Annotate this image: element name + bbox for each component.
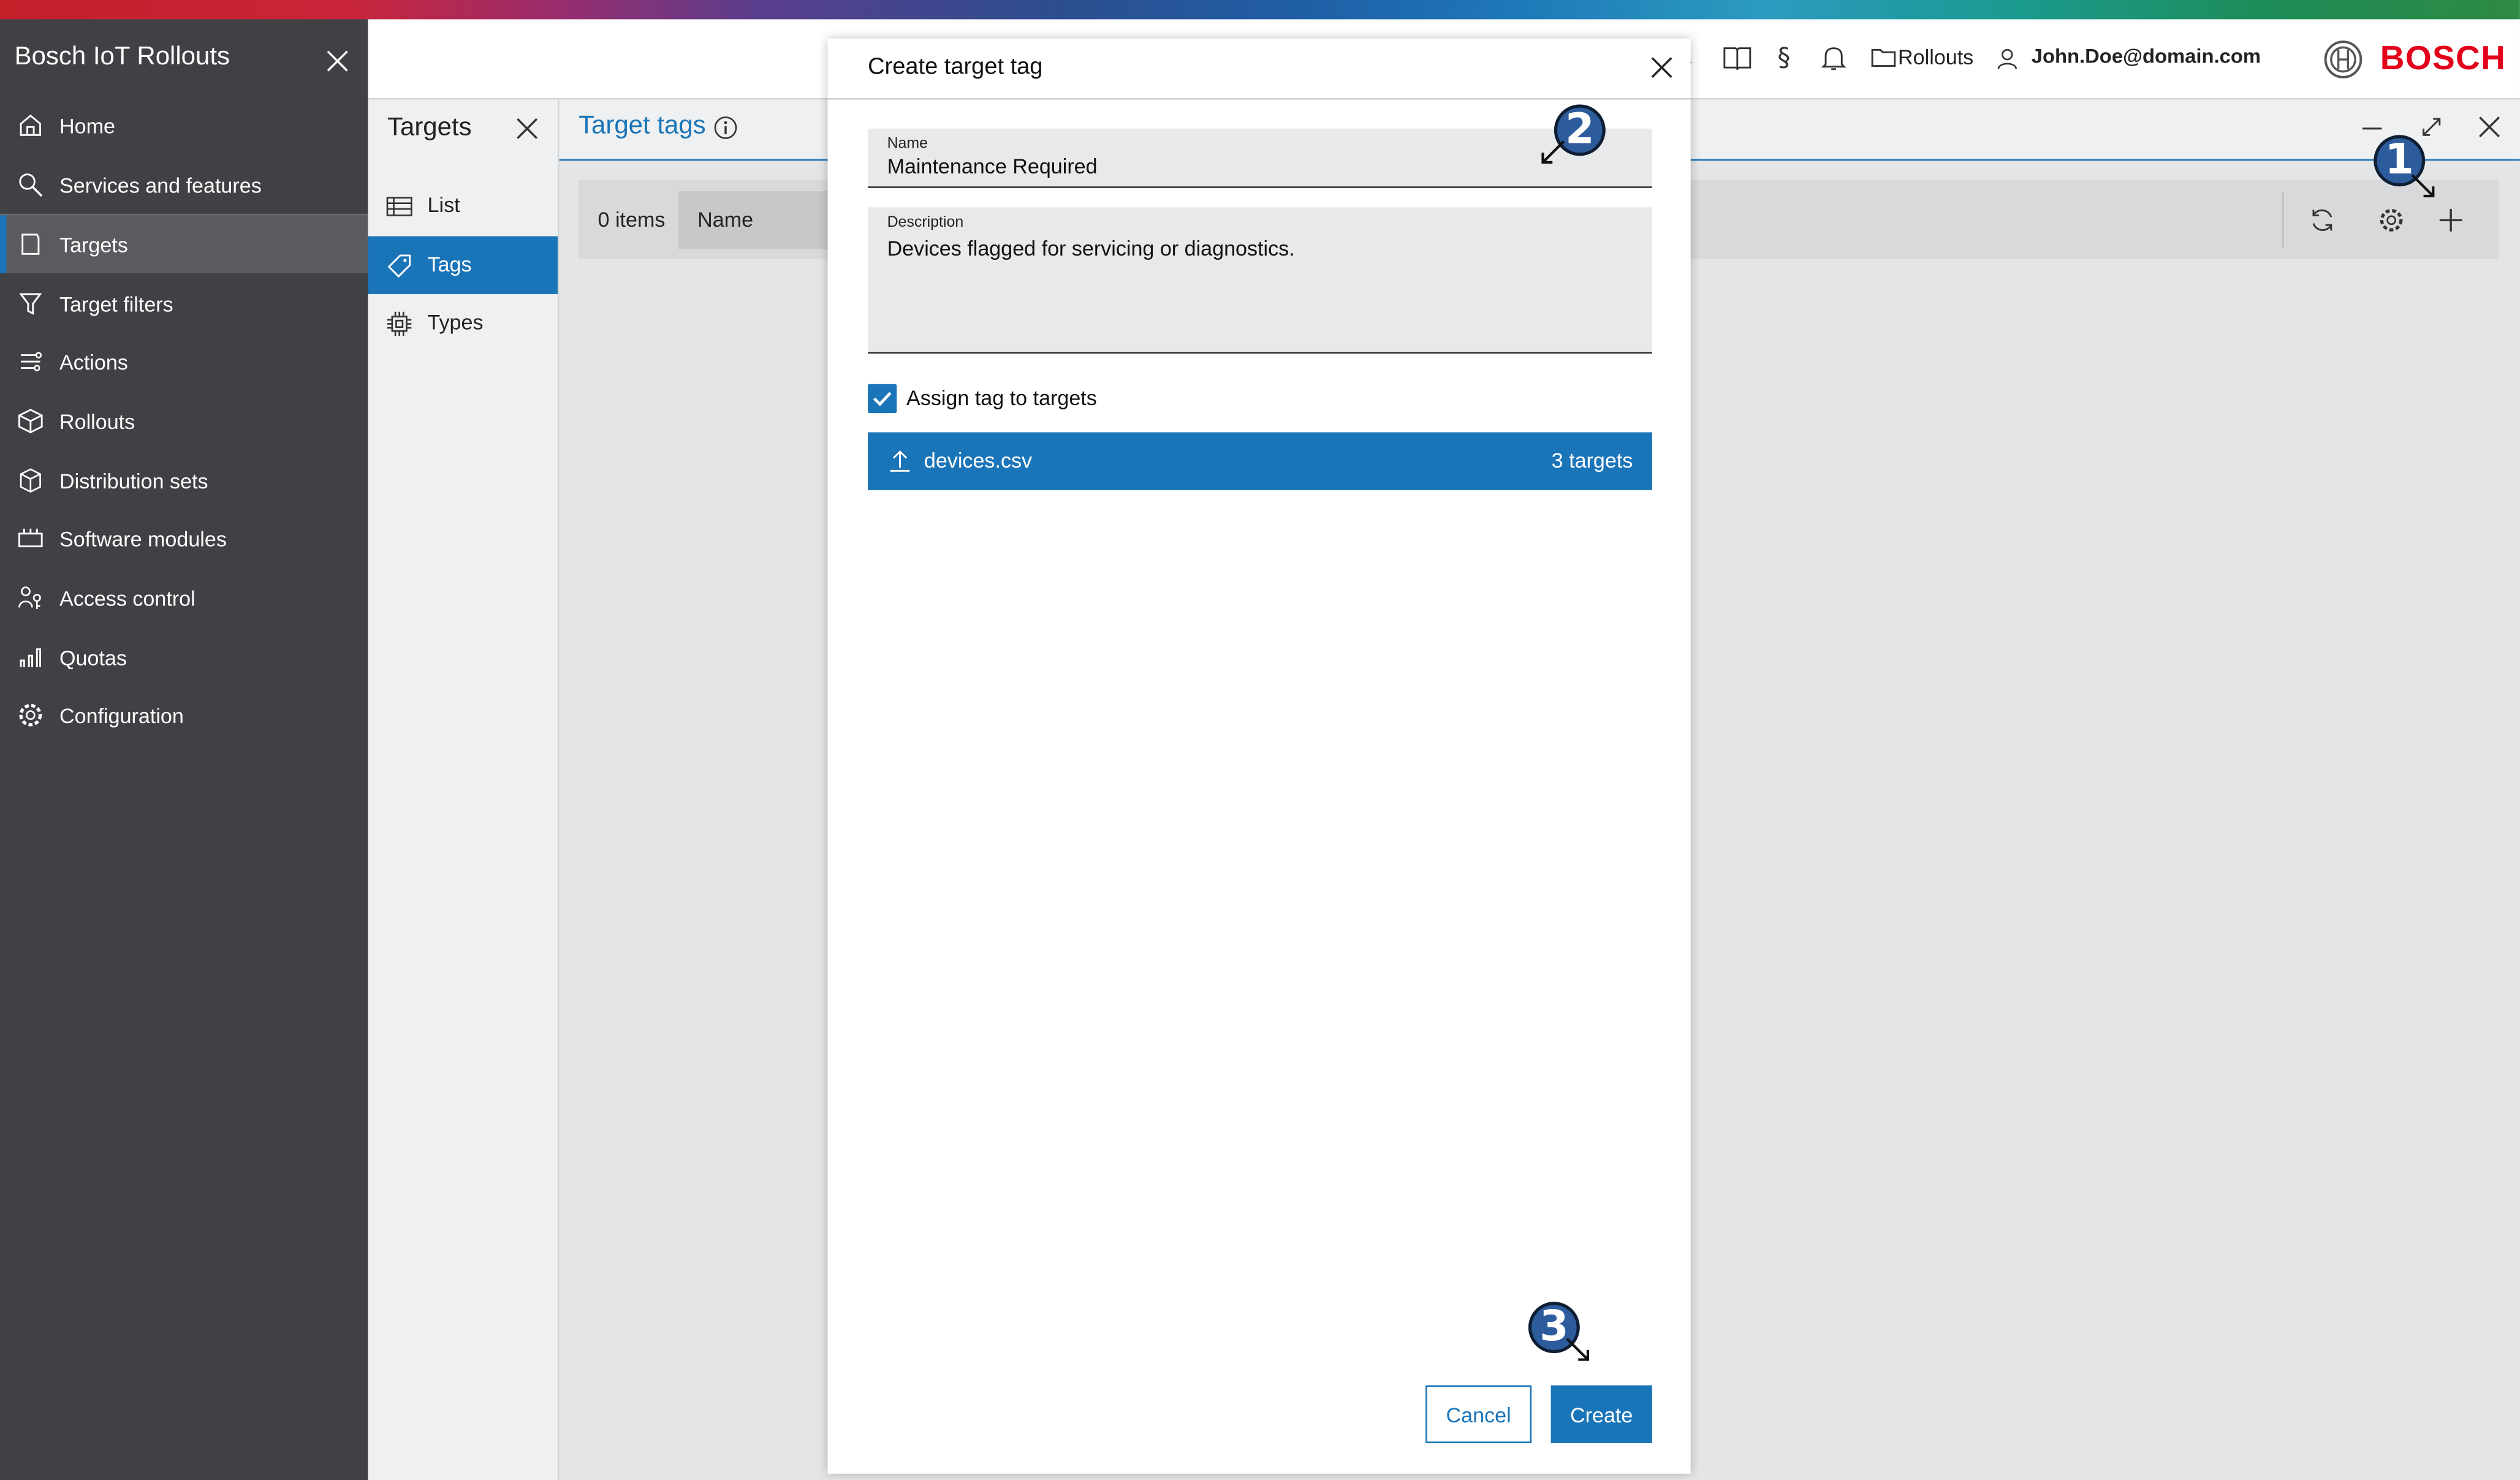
brand-wordmark: BOSCH [2380, 40, 2507, 77]
create-button[interactable]: Create [1550, 1385, 1652, 1443]
sidebar-item-label: Targets [59, 232, 128, 257]
minimize-icon[interactable] [2361, 116, 2383, 139]
name-field-value: Maintenance Required [887, 154, 1098, 179]
user-icon [1996, 47, 2019, 70]
sidebar-item-label: Configuration [59, 703, 184, 727]
sidebar-item-access-control[interactable]: Access control [0, 569, 368, 626]
folder-icon [1870, 47, 1896, 67]
add-icon[interactable] [2438, 207, 2464, 233]
sort-dropdown[interactable]: Name [678, 191, 839, 249]
sidebar-item-label: Rollouts [59, 409, 135, 433]
search-icon [16, 170, 45, 199]
book-icon[interactable] [1723, 45, 1751, 70]
subnav-item-tags[interactable]: Tags [368, 236, 558, 294]
upload-icon [889, 450, 911, 472]
user-email[interactable]: John.Doe@domain.com [2032, 45, 2261, 67]
info-icon[interactable] [713, 116, 737, 140]
close-panel-icon[interactable] [2478, 116, 2501, 139]
quotas-icon [16, 643, 45, 672]
items-count: 0 items [598, 207, 666, 232]
home-icon [16, 111, 45, 140]
file-target-count: 3 targets [1551, 448, 1633, 472]
sidebar-item-label: Actions [59, 349, 128, 374]
callout-arrow-1-icon [2411, 173, 2440, 202]
callout-arrow-2-icon [1538, 139, 1567, 167]
sidebar-item-targets[interactable]: Targets [0, 215, 368, 273]
cancel-button[interactable]: Cancel [1425, 1385, 1532, 1443]
rollouts-icon [16, 406, 45, 435]
modules-icon [16, 524, 45, 553]
bosch-logo-icon [2324, 40, 2362, 79]
sidebar-item-label: Services and features [59, 172, 262, 197]
refresh-icon[interactable] [2308, 206, 2337, 235]
sidebar-item-quotas[interactable]: Quotas [0, 628, 368, 686]
settings-icon[interactable] [2377, 206, 2406, 235]
close-subnav-icon[interactable] [516, 117, 539, 140]
description-field[interactable]: Description Devices flagged for servicin… [868, 207, 1652, 354]
callout-arrow-3-icon [1565, 1337, 1594, 1366]
create-tag-dialog: Create target tag Name Maintenance Requi… [827, 38, 1691, 1474]
sidebar-item-label: Quotas [59, 645, 127, 670]
description-field-value: Devices flagged for servicing or diagnos… [887, 236, 1295, 260]
app-title: Bosch IoT Rollouts [14, 43, 230, 71]
uploaded-file-row[interactable]: devices.csv 3 targets [868, 432, 1652, 490]
page-title: Target tags [579, 112, 706, 140]
dialog-divider [827, 97, 1691, 100]
dialog-title: Create target tag [868, 55, 1043, 81]
filter-icon [16, 289, 45, 318]
maximize-icon[interactable] [2420, 116, 2443, 139]
name-field[interactable]: Name Maintenance Required [868, 128, 1652, 188]
subnav-item-list[interactable]: List [368, 176, 558, 234]
sidebar-item-target-filters[interactable]: Target filters [0, 275, 368, 332]
tag-icon [385, 252, 413, 280]
sidebar-item-rollouts[interactable]: Rollouts [0, 392, 368, 450]
sidebar-item-services[interactable]: Services and features [0, 156, 368, 213]
close-sidebar-icon[interactable] [326, 50, 349, 72]
sidebar-item-distribution-sets[interactable]: Distribution sets [0, 452, 368, 509]
sidebar-item-label: Access control [59, 585, 195, 610]
legal-icon[interactable]: § [1777, 42, 1790, 72]
subnav-item-label: List [427, 192, 460, 218]
chip-icon [385, 310, 413, 338]
brand-gradient-bar [0, 0, 2520, 20]
sort-label: Name [697, 207, 754, 232]
sidebar-item-home[interactable]: Home [0, 96, 368, 154]
actions-icon [16, 347, 45, 376]
sidebar-item-software-modules[interactable]: Software modules [0, 509, 368, 567]
gear-icon [16, 700, 45, 729]
name-field-label: Name [887, 135, 928, 153]
assign-checkbox-label: Assign tag to targets [906, 385, 1097, 410]
rollouts-link[interactable]: Rollouts [1898, 45, 1973, 69]
list-icon [385, 193, 413, 221]
access-icon [16, 583, 45, 612]
check-icon [873, 392, 892, 406]
assign-checkbox[interactable] [868, 384, 897, 413]
sidebar-item-label: Home [59, 113, 115, 138]
app-window: Bosch IoT Rollouts Home Services and fea… [0, 0, 2520, 1480]
targets-icon [16, 230, 45, 259]
sidebar-item-configuration[interactable]: Configuration [0, 686, 368, 744]
distribution-icon [16, 466, 45, 495]
subnav-title: Targets [387, 114, 472, 142]
description-field-label: Description [887, 213, 964, 232]
toolbar-divider [2282, 192, 2284, 248]
sidebar-item-label: Target filters [59, 291, 173, 316]
subnav-item-label: Types [427, 310, 484, 335]
subnav-item-label: Tags [427, 252, 472, 277]
targets-subnav: Targets List Tags Types [368, 99, 560, 1480]
close-dialog-icon[interactable] [1650, 56, 1673, 79]
sidebar-item-actions[interactable]: Actions [0, 333, 368, 390]
sidebar-item-label: Software modules [59, 526, 227, 551]
bell-icon[interactable] [1821, 44, 1846, 72]
subnav-item-types[interactable]: Types [368, 294, 558, 352]
file-name: devices.csv [924, 448, 1033, 472]
sidebar: Bosch IoT Rollouts Home Services and fea… [0, 19, 368, 1480]
sidebar-item-label: Distribution sets [59, 468, 208, 493]
